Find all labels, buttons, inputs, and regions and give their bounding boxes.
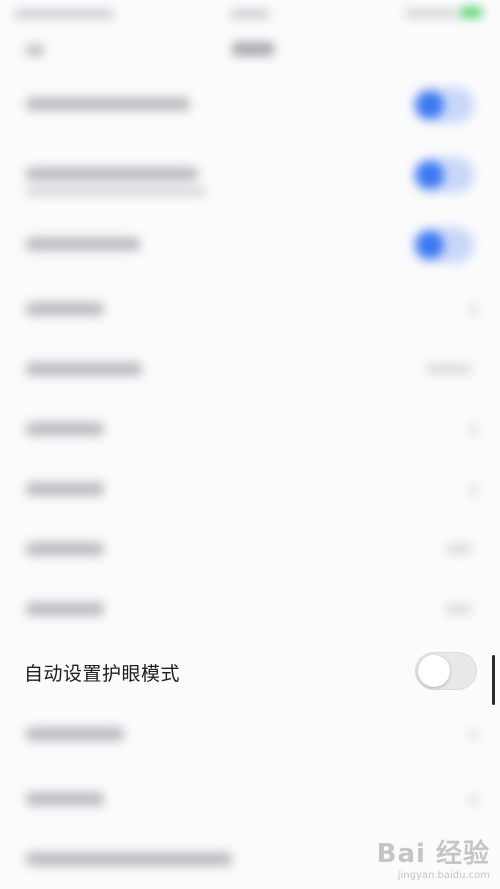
chevron-right-icon [470, 795, 478, 805]
row-label-placeholder [26, 167, 198, 181]
row-label-placeholder [26, 482, 104, 496]
settings-screen: 自动设置护眼模式 Bai 经验 jingyan.baidu.com [0, 0, 500, 889]
row-sublabel-placeholder [26, 187, 206, 196]
page-title-placeholder [232, 42, 274, 56]
row-label-placeholder [26, 97, 190, 111]
row-value-placeholder [426, 364, 472, 374]
row-label-placeholder [26, 852, 232, 866]
settings-row[interactable] [0, 280, 500, 340]
eye-protection-auto-toggle[interactable] [415, 652, 477, 690]
toggle-switch[interactable] [412, 87, 474, 123]
status-indicators-placeholder [405, 9, 457, 18]
settings-row[interactable] [0, 75, 500, 135]
settings-row[interactable] [0, 460, 500, 520]
settings-row[interactable] [0, 145, 500, 205]
toggle-knob [416, 231, 444, 259]
row-label-placeholder [26, 792, 104, 806]
row-label-placeholder [26, 602, 104, 616]
battery-icon [460, 7, 482, 18]
settings-row[interactable] [0, 580, 500, 640]
row-label-placeholder [26, 237, 140, 251]
nav-bar [0, 30, 500, 70]
toggle-knob [418, 655, 450, 687]
status-carrier-placeholder [14, 10, 114, 18]
row-value-placeholder [446, 604, 472, 614]
toggle-switch[interactable] [412, 157, 474, 193]
watermark-url: jingyan.baidu.com [397, 870, 490, 881]
eye-protection-auto-row[interactable]: 自动设置护眼模式 [0, 640, 500, 702]
watermark: Bai 经验 jingyan.baidu.com [377, 833, 490, 881]
back-button[interactable] [26, 44, 44, 56]
settings-row[interactable] [0, 400, 500, 460]
row-label-placeholder [26, 362, 142, 376]
watermark-logo: Bai 经验 [376, 839, 490, 869]
status-bar [0, 0, 500, 28]
eye-protection-auto-label: 自动设置护眼模式 [24, 663, 181, 685]
chevron-right-icon [470, 730, 478, 740]
settings-row[interactable] [0, 705, 500, 765]
settings-row[interactable] [0, 340, 500, 400]
row-label-placeholder [26, 542, 104, 556]
chevron-right-icon [470, 305, 478, 315]
chevron-right-icon [470, 485, 478, 495]
row-label-placeholder [26, 422, 104, 436]
blurred-background [0, 0, 500, 889]
settings-row[interactable] [0, 215, 500, 275]
settings-row[interactable] [0, 520, 500, 580]
chevron-right-icon [470, 425, 478, 435]
status-time-placeholder [230, 10, 270, 18]
row-label-placeholder [26, 302, 104, 316]
toggle-switch[interactable] [412, 227, 474, 263]
scrollbar[interactable] [492, 655, 495, 705]
toggle-knob [416, 91, 444, 119]
settings-row[interactable] [0, 770, 500, 830]
toggle-knob [416, 161, 444, 189]
row-label-placeholder [26, 727, 124, 741]
row-value-placeholder [446, 544, 472, 554]
